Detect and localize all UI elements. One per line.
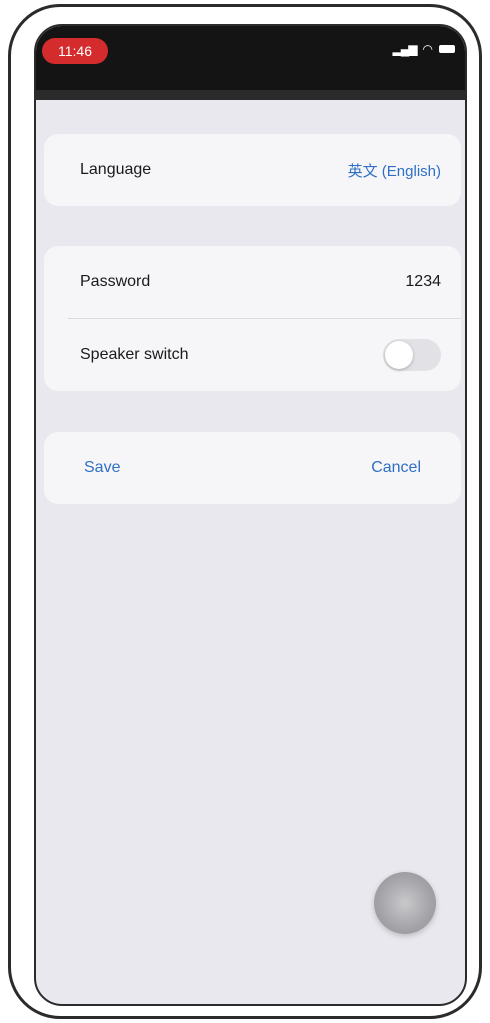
password-label: Password bbox=[80, 273, 151, 290]
language-row[interactable]: Language 英文 (English) bbox=[44, 134, 461, 206]
security-card: Password 1234 Speaker switch bbox=[44, 246, 461, 391]
cancel-button[interactable]: Cancel bbox=[371, 459, 421, 477]
actions-card: Save Cancel bbox=[44, 432, 461, 504]
assistive-touch-icon[interactable] bbox=[374, 872, 436, 934]
language-value[interactable]: 英文 (English) bbox=[348, 160, 441, 181]
actions-row: Save Cancel bbox=[44, 432, 461, 504]
password-row[interactable]: Password 1234 bbox=[44, 246, 461, 318]
language-label: Language bbox=[80, 161, 152, 178]
save-button[interactable]: Save bbox=[84, 459, 120, 477]
password-value[interactable]: 1234 bbox=[405, 273, 441, 291]
status-time: 11:46 bbox=[42, 38, 108, 64]
speaker-switch-row: Speaker switch bbox=[44, 319, 461, 391]
speaker-switch-label: Speaker switch bbox=[80, 346, 189, 363]
speaker-switch-toggle[interactable] bbox=[383, 339, 441, 371]
toggle-knob bbox=[385, 341, 413, 369]
phone-screen: 11:46 ▂▄▆ ◠ Language 英文 (English) Passwo… bbox=[34, 24, 467, 1006]
language-card: Language 英文 (English) bbox=[44, 134, 461, 206]
battery-icon bbox=[439, 45, 455, 53]
status-bar: 11:46 ▂▄▆ ◠ bbox=[36, 26, 465, 100]
signal-bars-icon: ▂▄▆ bbox=[392, 42, 418, 56]
wifi-icon: ◠ bbox=[422, 42, 433, 56]
status-icons: ▂▄▆ ◠ bbox=[393, 42, 455, 56]
